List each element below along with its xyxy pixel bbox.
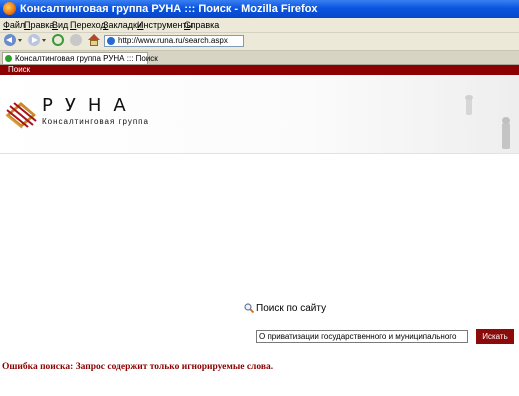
menu-bar: Файл Правка Вид Переход Закладки Инструм…	[0, 18, 519, 33]
home-icon[interactable]	[88, 34, 100, 46]
tab-label: Консалтинговая группа РУНА ::: Поиск	[15, 54, 158, 63]
forward-dropdown-icon[interactable]	[42, 39, 46, 42]
search-error-message: Ошибка поиска: Запрос содержит только иг…	[2, 362, 274, 372]
menu-help[interactable]: Справка	[184, 18, 219, 32]
stop-icon[interactable]	[70, 34, 82, 46]
logo-word[interactable]: РУНА	[42, 95, 138, 116]
site-header: РУНА Консалтинговая группа	[0, 75, 519, 154]
decorative-figure-small-head	[465, 95, 473, 100]
menu-edit[interactable]: Правка	[24, 18, 54, 32]
menu-file[interactable]: Файл	[3, 18, 25, 32]
magnifier-icon	[244, 303, 254, 313]
logo-subtitle: Консалтинговая группа	[42, 117, 149, 126]
navigation-toolbar: http://www.runa.ru/search.aspx	[0, 33, 519, 51]
search-heading-text: Поиск по сайту	[256, 303, 327, 314]
window-title: Консалтинговая группа РУНА ::: Поиск - M…	[20, 3, 318, 15]
breadcrumb-bar: Поиск	[0, 65, 519, 75]
back-dropdown-icon[interactable]	[18, 39, 22, 42]
address-text[interactable]: http://www.runa.ru/search.aspx	[118, 36, 228, 46]
breadcrumb[interactable]: Поиск	[8, 65, 30, 75]
search-input[interactable]	[256, 330, 468, 343]
forward-icon[interactable]	[28, 34, 40, 46]
decorative-figure-large-head	[502, 117, 510, 124]
tab-bar: Консалтинговая группа РУНА ::: Поиск	[0, 51, 519, 65]
page-icon	[107, 37, 115, 45]
reload-icon[interactable]	[52, 34, 64, 46]
address-bar[interactable]: http://www.runa.ru/search.aspx	[104, 35, 244, 47]
menu-go[interactable]: Переход	[70, 18, 106, 32]
logo-mark-icon[interactable]	[4, 100, 38, 130]
tab-favicon-icon	[5, 55, 12, 62]
tab-search[interactable]: Консалтинговая группа РУНА ::: Поиск	[2, 52, 158, 64]
window-titlebar: Консалтинговая группа РУНА ::: Поиск - M…	[0, 0, 519, 18]
back-icon[interactable]	[4, 34, 16, 46]
firefox-icon	[3, 2, 16, 15]
menu-view[interactable]: Вид	[52, 18, 68, 32]
search-button[interactable]: Искать	[476, 329, 514, 344]
decorative-figure-large	[502, 123, 510, 149]
